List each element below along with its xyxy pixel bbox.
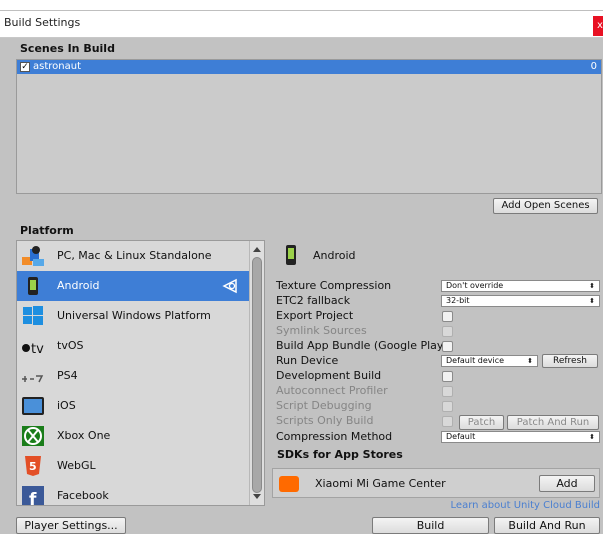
scenes-heading: Scenes In Build bbox=[20, 42, 115, 55]
pc-mac-linux-icon bbox=[22, 246, 44, 266]
build-button[interactable]: Build bbox=[372, 517, 489, 534]
patch-and-run-button: Patch And Run bbox=[507, 415, 599, 430]
scripts-only-build-checkbox bbox=[442, 416, 453, 427]
dropdown-arrows-icon: ⬍ bbox=[527, 357, 533, 365]
close-button[interactable]: x bbox=[593, 16, 603, 36]
platform-label: Universal Windows Platform bbox=[57, 309, 211, 322]
scene-row[interactable]: ✓ astronaut 0 bbox=[17, 60, 601, 74]
build-app-bundle-checkbox[interactable] bbox=[442, 341, 453, 352]
platform-list[interactable]: PC, Mac & Linux Standalone Android Unive… bbox=[16, 240, 265, 506]
compression-method-label: Compression Method bbox=[276, 430, 393, 443]
android-icon bbox=[28, 277, 38, 295]
patch-button: Patch bbox=[459, 415, 504, 430]
scrollbar-thumb[interactable] bbox=[252, 257, 262, 493]
platform-item-ps4[interactable]: PS4 bbox=[17, 361, 249, 391]
xiaomi-mi-icon bbox=[279, 476, 299, 492]
platform-label: WebGL bbox=[57, 459, 96, 472]
dropdown-arrows-icon: ⬍ bbox=[589, 297, 595, 305]
ps4-icon bbox=[22, 375, 44, 383]
scroll-up-icon[interactable] bbox=[253, 247, 261, 252]
top-divider bbox=[0, 10, 603, 11]
scenes-list[interactable]: ✓ astronaut 0 bbox=[16, 59, 602, 194]
svg-text:tv: tv bbox=[31, 342, 44, 357]
add-open-scenes-button[interactable]: Add Open Scenes bbox=[493, 198, 598, 214]
platform-settings-title: Android bbox=[313, 249, 356, 262]
platform-label: Android bbox=[57, 279, 100, 292]
export-project-checkbox[interactable] bbox=[442, 311, 453, 322]
unity-cloud-build-link[interactable]: Learn about Unity Cloud Build bbox=[451, 500, 600, 511]
xbox-icon bbox=[22, 426, 44, 446]
platform-label: Xbox One bbox=[57, 429, 111, 442]
development-build-checkbox[interactable] bbox=[442, 371, 453, 382]
sdks-heading: SDKs for App Stores bbox=[277, 448, 403, 461]
etc2-fallback-label: ETC2 fallback bbox=[276, 294, 351, 307]
platform-label: Facebook bbox=[57, 489, 109, 502]
html5-icon: 5 bbox=[25, 456, 41, 476]
facebook-icon: f bbox=[22, 486, 44, 506]
add-sdk-button[interactable]: Add bbox=[539, 475, 595, 492]
compression-method-value: Default bbox=[446, 432, 476, 441]
development-build-label: Development Build bbox=[276, 369, 382, 382]
window-title: Build Settings bbox=[4, 16, 81, 29]
svg-text:5: 5 bbox=[29, 460, 37, 473]
etc2-fallback-value: 32-bit bbox=[446, 296, 470, 305]
platform-item-standalone[interactable]: PC, Mac & Linux Standalone bbox=[17, 241, 249, 271]
build-app-bundle-label: Build App Bundle (Google Play) bbox=[276, 339, 448, 352]
platform-item-ios[interactable]: iOS bbox=[17, 391, 249, 421]
texture-compression-value: Don't override bbox=[446, 281, 504, 290]
sdk-label: Xiaomi Mi Game Center bbox=[315, 477, 446, 490]
scroll-down-icon[interactable] bbox=[253, 494, 261, 499]
platform-item-webgl[interactable]: 5 WebGL bbox=[17, 451, 249, 481]
scene-checkbox[interactable]: ✓ bbox=[20, 62, 30, 72]
etc2-fallback-dropdown[interactable]: 32-bit ⬍ bbox=[441, 295, 600, 307]
autoconnect-profiler-label: Autoconnect Profiler bbox=[276, 384, 388, 397]
symlink-sources-label: Symlink Sources bbox=[276, 324, 367, 337]
build-settings-dialog: Scenes In Build ✓ astronaut 0 Add Open S… bbox=[0, 38, 603, 534]
scripts-only-build-label: Scripts Only Build bbox=[276, 414, 374, 427]
dropdown-arrows-icon: ⬍ bbox=[589, 282, 595, 290]
unity-active-icon bbox=[222, 278, 237, 294]
autoconnect-profiler-checkbox bbox=[442, 386, 453, 397]
run-device-label: Run Device bbox=[276, 354, 339, 367]
scene-index: 0 bbox=[590, 61, 597, 72]
scene-name: astronaut bbox=[33, 61, 81, 72]
texture-compression-dropdown[interactable]: Don't override ⬍ bbox=[441, 280, 600, 292]
platform-label: PS4 bbox=[57, 369, 78, 382]
ios-icon bbox=[22, 397, 44, 415]
texture-compression-label: Texture Compression bbox=[276, 279, 392, 292]
platform-scrollbar[interactable] bbox=[249, 241, 264, 505]
android-header-icon bbox=[286, 245, 296, 265]
dropdown-arrows-icon: ⬍ bbox=[589, 433, 595, 441]
svg-text:f: f bbox=[29, 490, 37, 506]
platform-heading: Platform bbox=[20, 224, 74, 237]
platform-item-facebook[interactable]: f Facebook bbox=[17, 481, 249, 506]
script-debugging-checkbox bbox=[442, 401, 453, 412]
platform-item-tvos[interactable]: tv tvOS bbox=[17, 331, 249, 361]
player-settings-button[interactable]: Player Settings... bbox=[16, 517, 126, 534]
platform-item-android[interactable]: Android bbox=[17, 271, 249, 301]
build-and-run-button[interactable]: Build And Run bbox=[494, 517, 600, 534]
platform-label: iOS bbox=[57, 399, 76, 412]
platform-item-uwp[interactable]: Universal Windows Platform bbox=[17, 301, 249, 331]
compression-method-dropdown[interactable]: Default ⬍ bbox=[441, 431, 600, 443]
script-debugging-label: Script Debugging bbox=[276, 399, 372, 412]
symlink-sources-checkbox bbox=[442, 326, 453, 337]
refresh-button[interactable]: Refresh bbox=[542, 354, 598, 368]
apple-tv-icon: tv bbox=[22, 342, 44, 357]
windows-icon bbox=[23, 306, 43, 325]
platform-label: PC, Mac & Linux Standalone bbox=[57, 249, 212, 262]
platform-item-xbox[interactable]: Xbox One bbox=[17, 421, 249, 451]
run-device-value: Default device bbox=[446, 356, 505, 365]
platform-label: tvOS bbox=[57, 339, 84, 352]
export-project-label: Export Project bbox=[276, 309, 354, 322]
run-device-dropdown[interactable]: Default device ⬍ bbox=[441, 355, 538, 367]
title-bar: Build Settings x bbox=[0, 0, 603, 38]
sdk-item-xiaomi: Xiaomi Mi Game Center Add bbox=[272, 468, 600, 498]
